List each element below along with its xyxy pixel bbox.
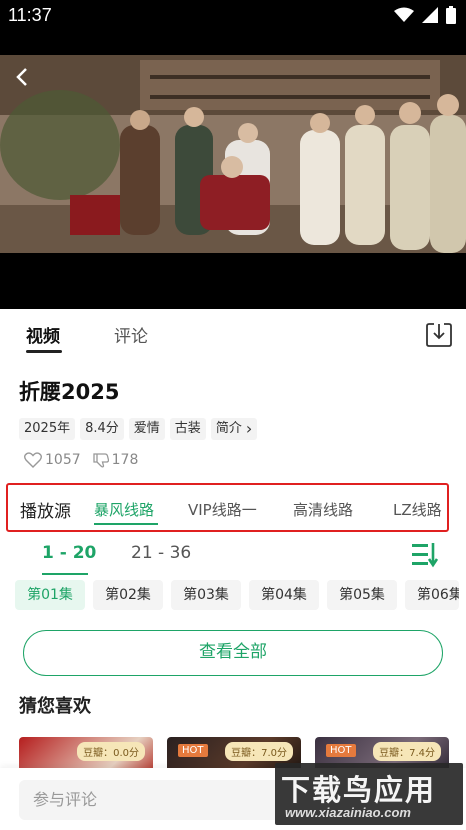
tab-active-indicator xyxy=(26,350,62,353)
recommendations-title: 猜您喜欢 xyxy=(19,696,91,717)
video-letterbox xyxy=(0,253,466,309)
download-icon[interactable] xyxy=(425,320,453,348)
score-badge: 豆瓣：7.4分 xyxy=(373,742,441,761)
episode-01[interactable]: 第01集 xyxy=(15,580,85,610)
episode-05[interactable]: 第05集 xyxy=(327,580,397,610)
watermark-title: 下载鸟应用 xyxy=(281,773,437,807)
wifi-icon xyxy=(394,7,414,22)
thumbs-down-icon xyxy=(92,453,109,468)
show-stats: 1057 178 xyxy=(24,452,138,468)
tag-genre-romance: 爱情 xyxy=(128,418,165,440)
source-active-indicator xyxy=(94,523,158,525)
show-tags: 2025年 8.4分 爱情 古装 简介 › xyxy=(19,418,258,440)
source-item-hd[interactable]: 高清线路 xyxy=(293,499,353,520)
episode-04[interactable]: 第04集 xyxy=(249,580,319,610)
play-source-label: 播放源 xyxy=(20,502,71,522)
comment-input[interactable]: 参与评论 xyxy=(19,780,319,820)
view-all-button[interactable]: 查看全部 xyxy=(23,630,443,676)
watermark-url: www.xiazainiao.com xyxy=(285,805,411,820)
source-item-vip1[interactable]: VIP线路一 xyxy=(188,499,257,520)
detail-tabs: 视频 评论 xyxy=(0,318,466,358)
tab-comment[interactable]: 评论 xyxy=(114,322,148,347)
sort-icon[interactable] xyxy=(410,541,440,569)
video-player[interactable] xyxy=(0,55,466,253)
watermark-logo: 下载鸟应用 www.xiazainiao.com xyxy=(275,763,463,825)
episode-ranges: 1 - 20 21 - 36 xyxy=(0,540,466,578)
status-bar: 11:37 xyxy=(0,0,466,55)
dislike-button[interactable]: 178 xyxy=(92,452,139,468)
tab-video[interactable]: 视频 xyxy=(26,322,60,347)
play-source-row: 播放源 暴风线路 VIP线路一 高清线路 LZ线路 xyxy=(6,483,449,532)
battery-icon xyxy=(446,6,456,24)
score-badge: 豆瓣：7.0分 xyxy=(225,742,293,761)
episode-06[interactable]: 第06集 xyxy=(405,580,459,610)
show-title: 折腰2025 xyxy=(19,380,120,404)
like-count: 1057 xyxy=(45,452,81,468)
episode-03[interactable]: 第03集 xyxy=(171,580,241,610)
episode-02[interactable]: 第02集 xyxy=(93,580,163,610)
dislike-count: 178 xyxy=(111,452,139,468)
episode-list: 第01集 第02集 第03集 第04集 第05集 第06集 xyxy=(15,580,459,610)
video-frame xyxy=(0,55,466,253)
back-arrow-icon[interactable] xyxy=(10,65,36,91)
range-active-indicator xyxy=(42,573,88,575)
intro-label: 简介 xyxy=(215,421,242,436)
range-1-20[interactable]: 1 - 20 xyxy=(42,543,96,563)
hot-badge: HOT xyxy=(326,744,356,757)
score-badge: 豆瓣：0.0分 xyxy=(77,742,145,761)
source-item-baofeng[interactable]: 暴风线路 xyxy=(94,499,154,520)
range-21-36[interactable]: 21 - 36 xyxy=(131,543,191,563)
signal-icon xyxy=(422,7,438,23)
heart-icon xyxy=(24,452,42,468)
like-button[interactable]: 1057 xyxy=(24,452,81,468)
status-time: 11:37 xyxy=(8,5,52,25)
tag-score: 8.4分 xyxy=(80,418,124,440)
chevron-right-icon: › xyxy=(245,419,253,438)
tag-genre-costume: 古装 xyxy=(169,418,206,440)
tag-year: 2025年 xyxy=(19,418,76,440)
intro-button[interactable]: 简介 › xyxy=(210,418,258,440)
hot-badge: HOT xyxy=(178,744,208,757)
status-icons xyxy=(394,6,456,24)
source-item-lz[interactable]: LZ线路 xyxy=(393,499,442,520)
